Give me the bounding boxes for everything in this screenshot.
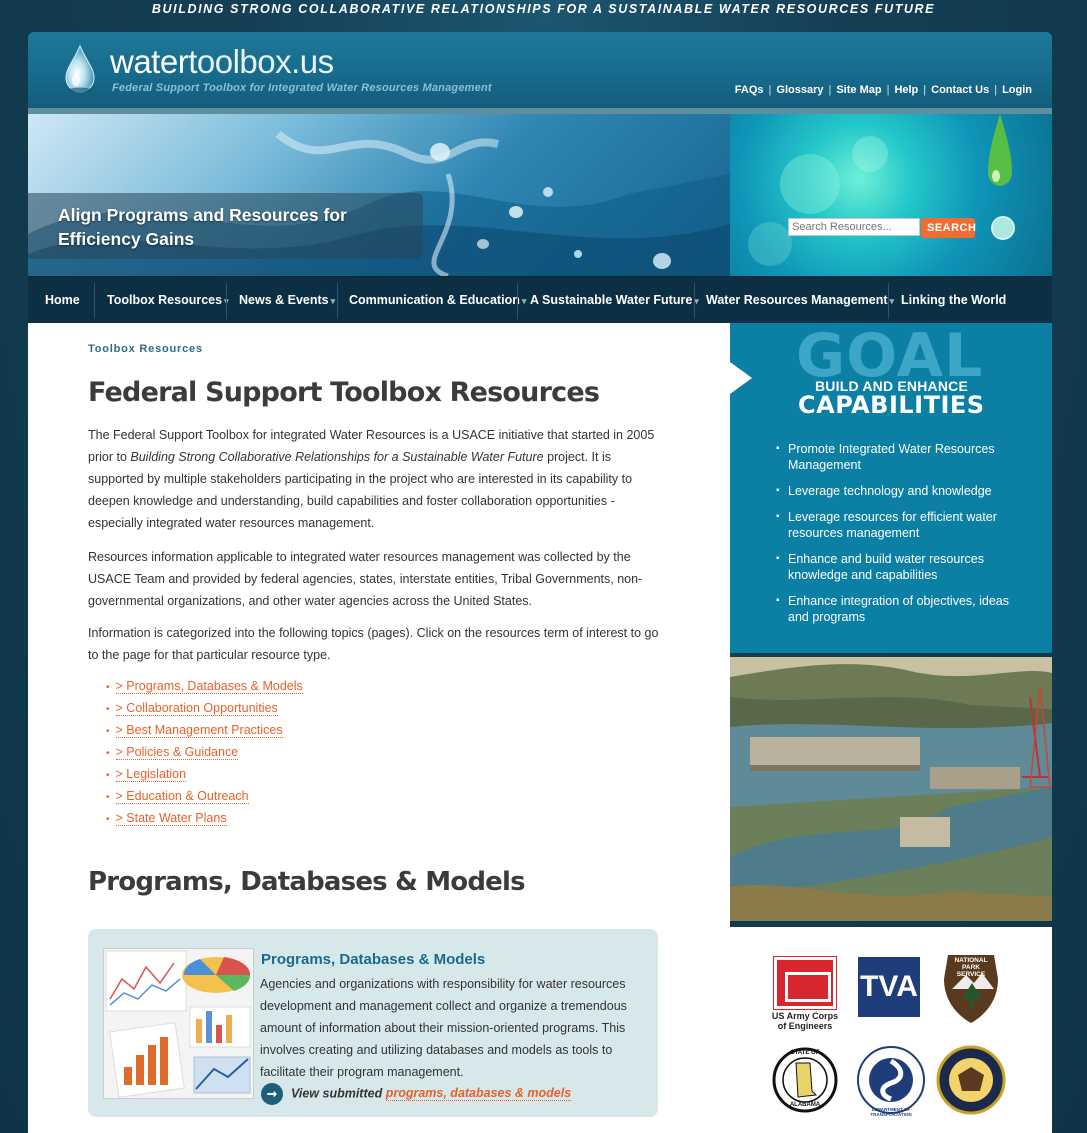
resource-link-education[interactable]: > Education & Outreach bbox=[106, 785, 303, 807]
programs-card: Programs, Databases & Models Agencies an… bbox=[88, 929, 658, 1117]
nav-item-home[interactable]: Home bbox=[45, 277, 80, 324]
chevron-down-icon: ▾ bbox=[521, 296, 527, 306]
logo-text-water: water bbox=[110, 43, 189, 80]
card-description: Agencies and organizations with responsi… bbox=[260, 977, 627, 1079]
arrow-right-icon: ➞ bbox=[261, 1083, 283, 1105]
federal-seal-logo[interactable] bbox=[936, 1045, 1006, 1115]
view-submitted-link[interactable]: ➞ View submitted programs, databases & mo… bbox=[261, 1083, 572, 1105]
main-content: Toolbox Resources Federal Support Toolbo… bbox=[28, 323, 730, 1133]
chevron-down-icon: ▾ bbox=[889, 296, 895, 306]
nav-item-communication-education[interactable]: Communication & Education ▾ bbox=[349, 277, 526, 324]
logo-text-toolbox: toolbox.us bbox=[188, 43, 334, 80]
usace-label-line1: US Army Corps bbox=[771, 1011, 839, 1021]
nav-item-water-resources-management[interactable]: Water Resources Management ▾ bbox=[706, 277, 894, 324]
resource-link-legislation[interactable]: > Legislation bbox=[106, 763, 303, 785]
logo-subtitle: Federal Support Toolbox for Integrated W… bbox=[112, 82, 492, 94]
department-of-transportation-seal[interactable]: DEPARTMENT OF TRANSPORTATION bbox=[856, 1045, 926, 1117]
search-button[interactable]: SEARCH bbox=[921, 218, 976, 238]
search-input[interactable] bbox=[788, 218, 920, 236]
section-title: Programs, Databases & Models bbox=[88, 867, 526, 897]
topics-paragraph: Information is categorized into the foll… bbox=[88, 626, 659, 662]
goal-item: Promote Integrated Water Resources Manag… bbox=[776, 441, 1028, 473]
hero-banner: Align Programs and Resources for Efficien… bbox=[28, 114, 730, 276]
resource-link-programs[interactable]: > Programs, Databases & Models bbox=[106, 675, 303, 697]
chevron-down-icon: ▾ bbox=[330, 296, 336, 306]
intro-paragraph: The Federal Support Toolbox for integrat… bbox=[88, 428, 655, 530]
site-header: watertoolbox.us Federal Support Toolbox … bbox=[28, 32, 1052, 108]
search-panel: SEARCH bbox=[730, 114, 1052, 276]
charts-thumbnail-image[interactable] bbox=[103, 948, 254, 1099]
partner-logos: US Army Corps of Engineers TVA NATIONAL PA… bbox=[730, 927, 1052, 1133]
resource-link-best-practices[interactable]: > Best Management Practices bbox=[106, 719, 303, 741]
main-nav: Home Toolbox Resources▾ News & Events▾ C… bbox=[28, 276, 1052, 324]
national-park-service-logo[interactable]: NATIONAL PARK SERVICE bbox=[942, 951, 1000, 1025]
programs-databases-models-link[interactable]: programs, databases & models bbox=[385, 1086, 572, 1102]
banner-caption-line2: Efficiency Gains bbox=[58, 229, 195, 249]
util-link-glossary[interactable]: Glossary bbox=[776, 84, 823, 96]
util-link-login[interactable]: Login bbox=[1002, 84, 1032, 96]
breadcrumb[interactable]: Toolbox Resources bbox=[88, 343, 203, 355]
util-link-contact-us[interactable]: Contact Us bbox=[931, 84, 989, 96]
resource-links-list: > Programs, Databases & Models > Collabo… bbox=[106, 675, 303, 829]
banner-caption-line1: Align Programs and Resources for bbox=[58, 205, 347, 225]
page-title: Federal Support Toolbox Resources bbox=[88, 377, 600, 408]
castle-icon bbox=[773, 956, 837, 1010]
goal-panel: GOAL BUILD AND ENHANCE CAPABILITIES Prom… bbox=[730, 323, 1052, 653]
card-title[interactable]: Programs, Databases & Models bbox=[261, 951, 485, 968]
utility-nav: FAQs | Glossary | Site Map | Help | Contact Us | L… bbox=[734, 84, 1032, 96]
leaf-droplet-image bbox=[748, 114, 1015, 266]
usace-logo[interactable]: US Army Corps of Engineers bbox=[768, 956, 842, 1031]
goal-item: Enhance integration of objectives, ideas… bbox=[776, 593, 1028, 625]
page-wrapper: watertoolbox.us Federal Support Toolbox … bbox=[28, 32, 1052, 1133]
nav-item-sustainable-water-future[interactable]: A Sustainable Water Future ▾ bbox=[530, 277, 699, 324]
nav-item-toolbox-resources[interactable]: Toolbox Resources▾ bbox=[107, 277, 229, 324]
goal-capabilities: CAPABILITIES bbox=[798, 391, 985, 419]
resource-link-policies[interactable]: > Policies & Guidance bbox=[106, 741, 303, 763]
banner-caption: Align Programs and Resources for Efficien… bbox=[28, 193, 423, 259]
tva-logo[interactable]: TVA bbox=[858, 957, 920, 1017]
site-tagline: BUILDING STRONG COLLABORATIVE RELATIONSH… bbox=[151, 2, 936, 16]
water-drop-logo-icon[interactable] bbox=[62, 44, 98, 94]
util-link-site-map[interactable]: Site Map bbox=[836, 84, 881, 96]
util-link-faqs[interactable]: FAQs bbox=[735, 84, 764, 96]
usace-label-line2: of Engineers bbox=[777, 1021, 833, 1031]
site-logo-text[interactable]: watertoolbox.us bbox=[110, 42, 334, 82]
resource-link-collaboration[interactable]: > Collaboration Opportunities bbox=[106, 697, 303, 719]
resource-link-state-water-plans[interactable]: > State Water Plans bbox=[106, 807, 303, 829]
goal-pointer bbox=[730, 362, 752, 394]
dam-photo bbox=[730, 657, 1052, 921]
goal-item: Leverage technology and knowledge bbox=[776, 483, 1028, 499]
resources-paragraph: Resources information applicable to inte… bbox=[88, 550, 643, 608]
goal-item: Leverage resources for efficient water r… bbox=[776, 509, 1028, 541]
util-link-help[interactable]: Help bbox=[894, 84, 918, 96]
nav-item-news-events[interactable]: News & Events ▾ bbox=[239, 277, 335, 324]
nav-item-linking-the-world[interactable]: Linking the World bbox=[901, 277, 1006, 324]
state-of-alabama-seal[interactable]: STATE OF ALABAMA bbox=[772, 1047, 838, 1113]
goal-list: Promote Integrated Water Resources Manag… bbox=[776, 441, 1028, 635]
goal-item: Enhance and build water resources knowle… bbox=[776, 551, 1028, 583]
